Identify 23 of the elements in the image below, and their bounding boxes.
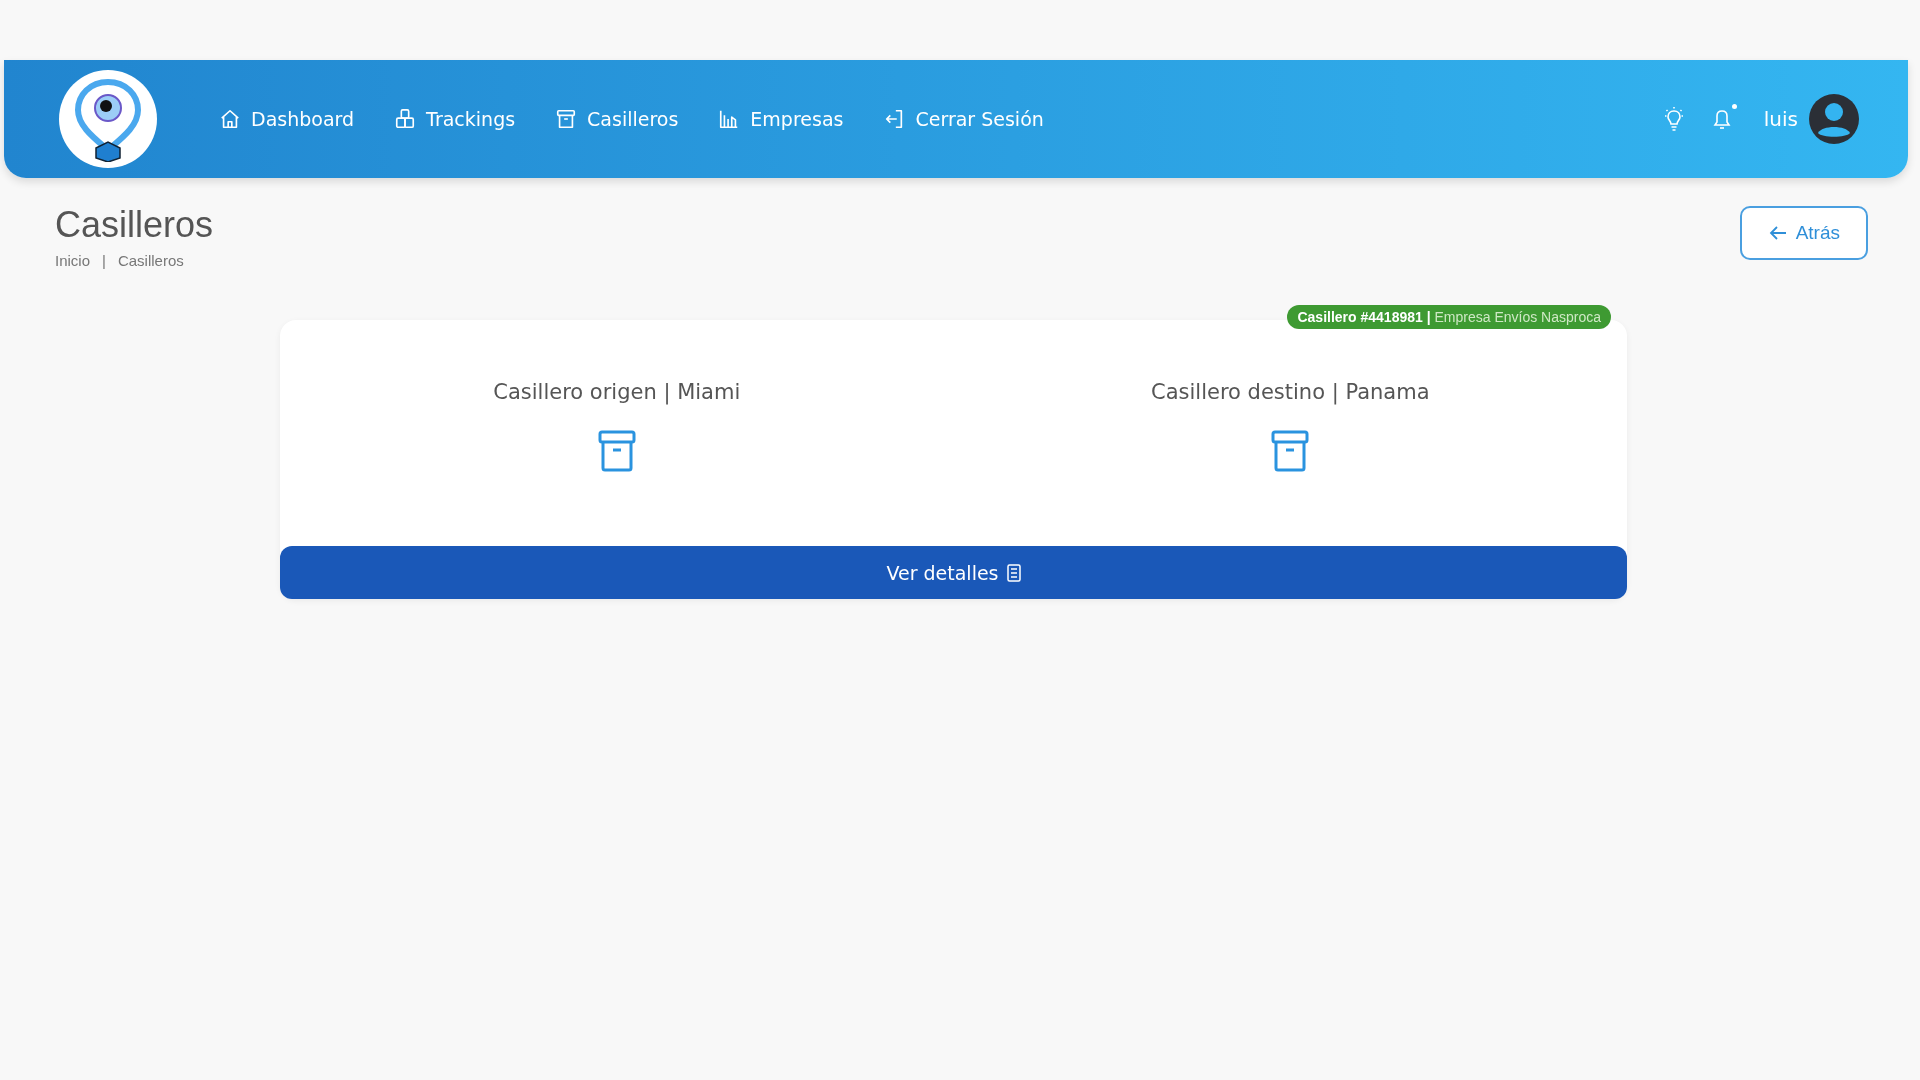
avatar-icon[interactable]: [1808, 93, 1860, 145]
locker-label: Casillero origen | Miami: [493, 380, 741, 404]
boxes-icon: [394, 108, 417, 130]
nav-link[interactable]: Casilleros: [555, 108, 679, 130]
breadcrumb-link[interactable]: Casilleros: [117, 252, 184, 269]
locker-label: Casillero destino | Panama: [1151, 380, 1430, 404]
locker-badge: Casillero #4418981 | Empresa Envíos Nasproca: [1287, 305, 1611, 329]
nav-link[interactable]: Empresas: [718, 108, 844, 130]
document-icon: [1006, 563, 1021, 582]
back-button[interactable]: Atrás: [1739, 206, 1868, 260]
nav-link[interactable]: Trackings: [394, 108, 516, 130]
archive-box-icon: [555, 108, 578, 130]
arrow-left-icon: [1767, 225, 1788, 241]
breadcrumb-link[interactable]: Inicio: [55, 252, 91, 269]
archive-box-icon: [1271, 430, 1310, 472]
user-name[interactable]: luis: [1763, 107, 1798, 131]
details-button[interactable]: Ver detalles: [280, 546, 1627, 599]
breadcrumb-separator: |: [102, 252, 106, 269]
page-title: Casilleros: [55, 204, 214, 246]
nav-link[interactable]: Cerrar Sesión: [883, 108, 1044, 130]
nav-link[interactable]: Dashboard: [219, 108, 355, 130]
house-icon: [219, 108, 241, 130]
archive-box-icon: [597, 430, 636, 472]
